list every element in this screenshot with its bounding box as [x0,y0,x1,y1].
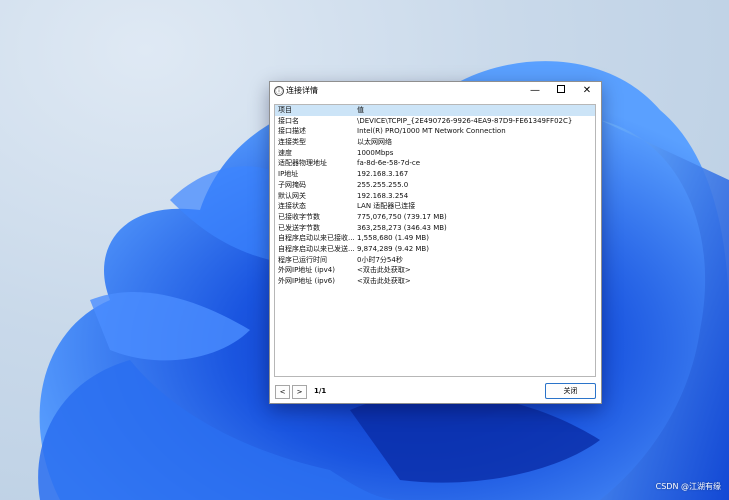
list-header-row[interactable]: 项目 值 [275,105,595,116]
item-key: 连接类型 [278,138,306,147]
connection-details-dialog: ⓘ 连接详情 — ✕ 项目 值 接口名 \DEVICE\TCPIP_{2E4907… [269,81,602,404]
item-key: 速度 [278,148,292,157]
list-item[interactable]: 子网掩码 255.255.255.0 [275,180,595,191]
list-item[interactable]: 自程序启动以来已接收... 1,558,680 (1.49 MB) [275,233,595,244]
item-value: <双击此处获取> [357,266,411,275]
minimize-button[interactable]: — [522,82,548,100]
watermark: CSDN @江湖有缘 [655,482,721,491]
list-item[interactable]: 接口名 \DEVICE\TCPIP_{2E490726-9926-4EA9-87D… [275,116,595,127]
item-value: 以太网网络 [357,138,392,147]
list-item[interactable]: 速度 1000Mbps [275,148,595,159]
item-value: \DEVICE\TCPIP_{2E490726-9926-4EA9-87D9-F… [357,116,573,125]
item-value: <双击此处获取> [357,277,411,285]
item-value: 192.168.3.167 [357,170,409,179]
info-icon: ⓘ [274,86,284,96]
close-window-button[interactable]: ✕ [574,82,600,100]
item-value: 1,558,680 (1.49 MB) [357,234,429,243]
item-key: 自程序启动以来已发送... [278,244,355,253]
list-item[interactable]: 程序已运行时间 0小时7分54秒 [275,255,595,266]
list-item[interactable]: 默认网关 192.168.3.254 [275,191,595,202]
list-item[interactable]: 外网IP地址 (ipv6) <双击此处获取> [275,276,595,287]
next-page-button[interactable]: > [292,385,307,399]
item-key: 默认网关 [278,191,306,200]
list-item[interactable]: 适配器物理地址 fa-8d-6e-58-7d-ce [275,158,595,169]
item-key: 外网IP地址 (ipv6) [278,277,335,285]
item-value: 775,076,750 (739.17 MB) [357,212,447,221]
item-key: 接口描述 [278,127,306,136]
list-item[interactable]: 连接状态 LAN 适配器已连接 [275,201,595,212]
dialog-title: 连接详情 [286,86,318,95]
close-button[interactable]: 关闭 [545,383,596,399]
item-key: 已发送字节数 [278,223,320,232]
item-value: 192.168.3.254 [357,191,409,200]
list-item[interactable]: IP地址 192.168.3.167 [275,169,595,180]
item-key: 自程序启动以来已接收... [278,234,355,243]
item-key: 子网掩码 [278,180,306,189]
item-value: 363,258,273 (346.43 MB) [357,223,447,232]
item-value: 255.255.255.0 [357,180,409,189]
list-item[interactable]: 外网IP地址 (ipv4) <双击此处获取> [275,265,595,276]
item-key: 外网IP地址 (ipv4) [278,266,335,275]
column-header-item[interactable]: 项目 [278,105,356,116]
item-value: 0小时7分54秒 [357,255,403,264]
list-item[interactable]: 连接类型 以太网网络 [275,137,595,148]
item-value: Intel(R) PRO/1000 MT Network Connection [357,127,506,136]
item-key: 适配器物理地址 [278,159,327,168]
title-bar[interactable]: ⓘ 连接详情 — ✕ [270,82,601,100]
item-key: 接口名 [278,116,299,125]
prev-page-button[interactable]: < [275,385,290,399]
maximize-button[interactable] [548,82,574,100]
item-key: 连接状态 [278,202,306,211]
item-value: fa-8d-6e-58-7d-ce [357,159,420,168]
item-key: IP地址 [278,170,299,179]
maximize-icon [557,85,565,93]
details-list[interactable]: 项目 值 接口名 \DEVICE\TCPIP_{2E490726-9926-4EA… [274,104,596,377]
list-item[interactable]: 已发送字节数 363,258,273 (346.43 MB) [275,223,595,234]
item-key: 程序已运行时间 [278,255,327,264]
column-header-value[interactable]: 值 [357,105,593,116]
page-indicator: 1/1 [314,387,327,395]
item-value: 9,874,289 (9.42 MB) [357,244,429,253]
item-key: 已接收字节数 [278,212,320,221]
list-item[interactable]: 已接收字节数 775,076,750 (739.17 MB) [275,212,595,223]
list-item[interactable]: 接口描述 Intel(R) PRO/1000 MT Network Connect… [275,126,595,137]
list-item[interactable]: 自程序启动以来已发送... 9,874,289 (9.42 MB) [275,244,595,255]
item-value: LAN 适配器已连接 [357,202,416,211]
item-value: 1000Mbps [357,148,394,157]
